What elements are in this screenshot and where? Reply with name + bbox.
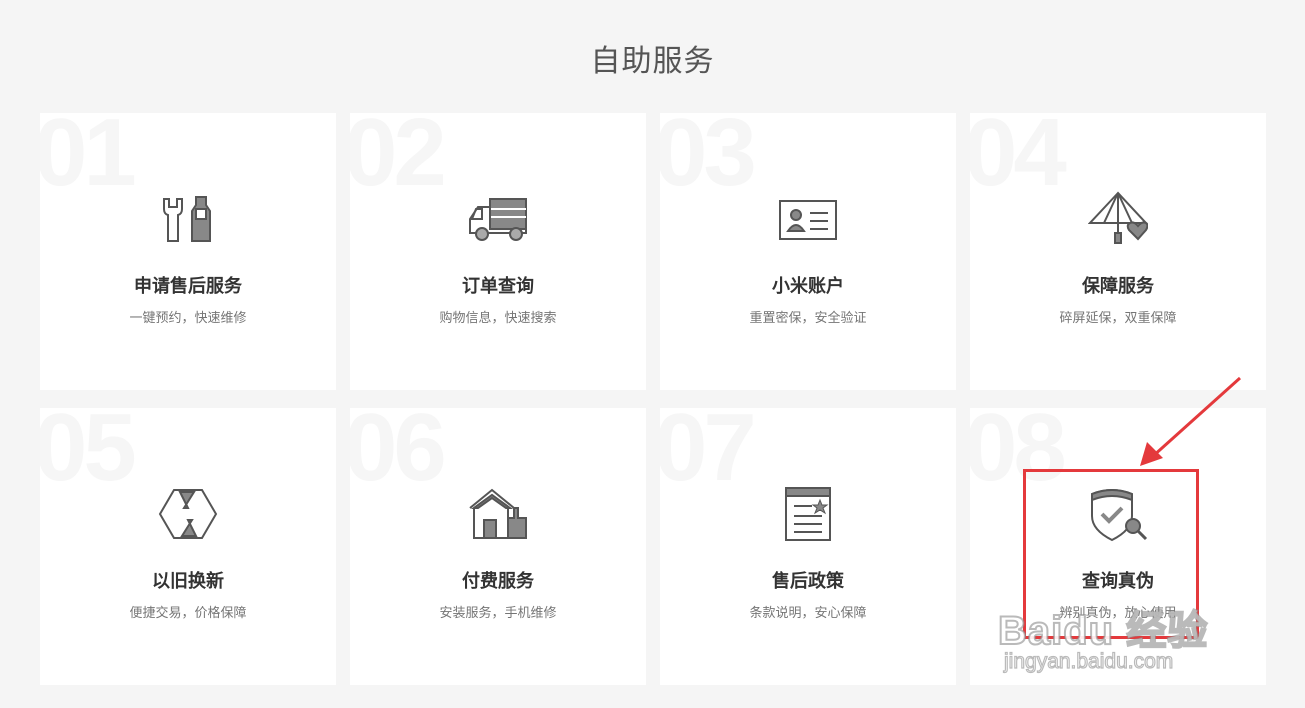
id-card-icon: [778, 189, 838, 253]
card-title: 小米账户: [772, 276, 844, 297]
exchange-icon: [158, 484, 218, 548]
card-description: 碎屏延保，双重保障: [1059, 311, 1177, 326]
wrench-icon: [158, 189, 218, 253]
card-number: 07: [660, 408, 757, 501]
service-card-authenticity[interactable]: 08 查询真伪 辨别真伪，放心使用: [970, 408, 1266, 685]
card-description: 一键预约，快速维修: [129, 311, 247, 326]
card-description: 安装服务，手机维修: [439, 606, 557, 621]
card-title: 付费服务: [462, 571, 534, 592]
card-description: 辨别真伪，放心使用: [1059, 606, 1177, 621]
page-title: 自助服务: [590, 44, 715, 79]
card-title: 保障服务: [1082, 276, 1154, 297]
service-card-after-sales[interactable]: 01 申请售后服务 一键预约，快速维修: [40, 113, 336, 390]
service-card-order-query[interactable]: 02 订单查询 购物信息，快速搜索: [350, 113, 646, 390]
card-description: 条款说明，安心保障: [749, 606, 867, 621]
card-number: 02: [350, 113, 447, 206]
card-description: 重置密保，安全验证: [749, 311, 867, 326]
card-number: 06: [350, 408, 447, 501]
service-card-trade-in[interactable]: 05 以旧换新 便捷交易，价格保障: [40, 408, 336, 685]
card-number: 01: [40, 113, 137, 206]
card-number: 08: [970, 408, 1067, 501]
card-title: 查询真伪: [1082, 571, 1154, 592]
card-title: 以旧换新: [152, 571, 224, 592]
service-card-paid-service[interactable]: 06 付费服务 安装服务，手机维修: [350, 408, 646, 685]
card-number: 03: [660, 113, 757, 206]
policy-doc-icon: [778, 484, 838, 548]
shield-search-icon: [1088, 484, 1148, 548]
card-title: 售后政策: [772, 571, 844, 592]
service-card-policy[interactable]: 07 售后政策 条款说明，安心保障: [660, 408, 956, 685]
card-number: 05: [40, 408, 137, 501]
truck-icon: [468, 189, 528, 253]
card-number: 04: [970, 113, 1067, 206]
card-description: 购物信息，快速搜索: [439, 311, 557, 326]
service-card-protection[interactable]: 04 保障服务 碎屏延保，双重保障: [970, 113, 1266, 390]
card-description: 便捷交易，价格保障: [129, 606, 247, 621]
card-title: 申请售后服务: [134, 276, 242, 297]
service-card-mi-account[interactable]: 03 小米账户 重置密保，安全验证: [660, 113, 956, 390]
card-title: 订单查询: [462, 276, 534, 297]
umbrella-heart-icon: [1087, 189, 1149, 253]
house-icon: [468, 484, 528, 548]
